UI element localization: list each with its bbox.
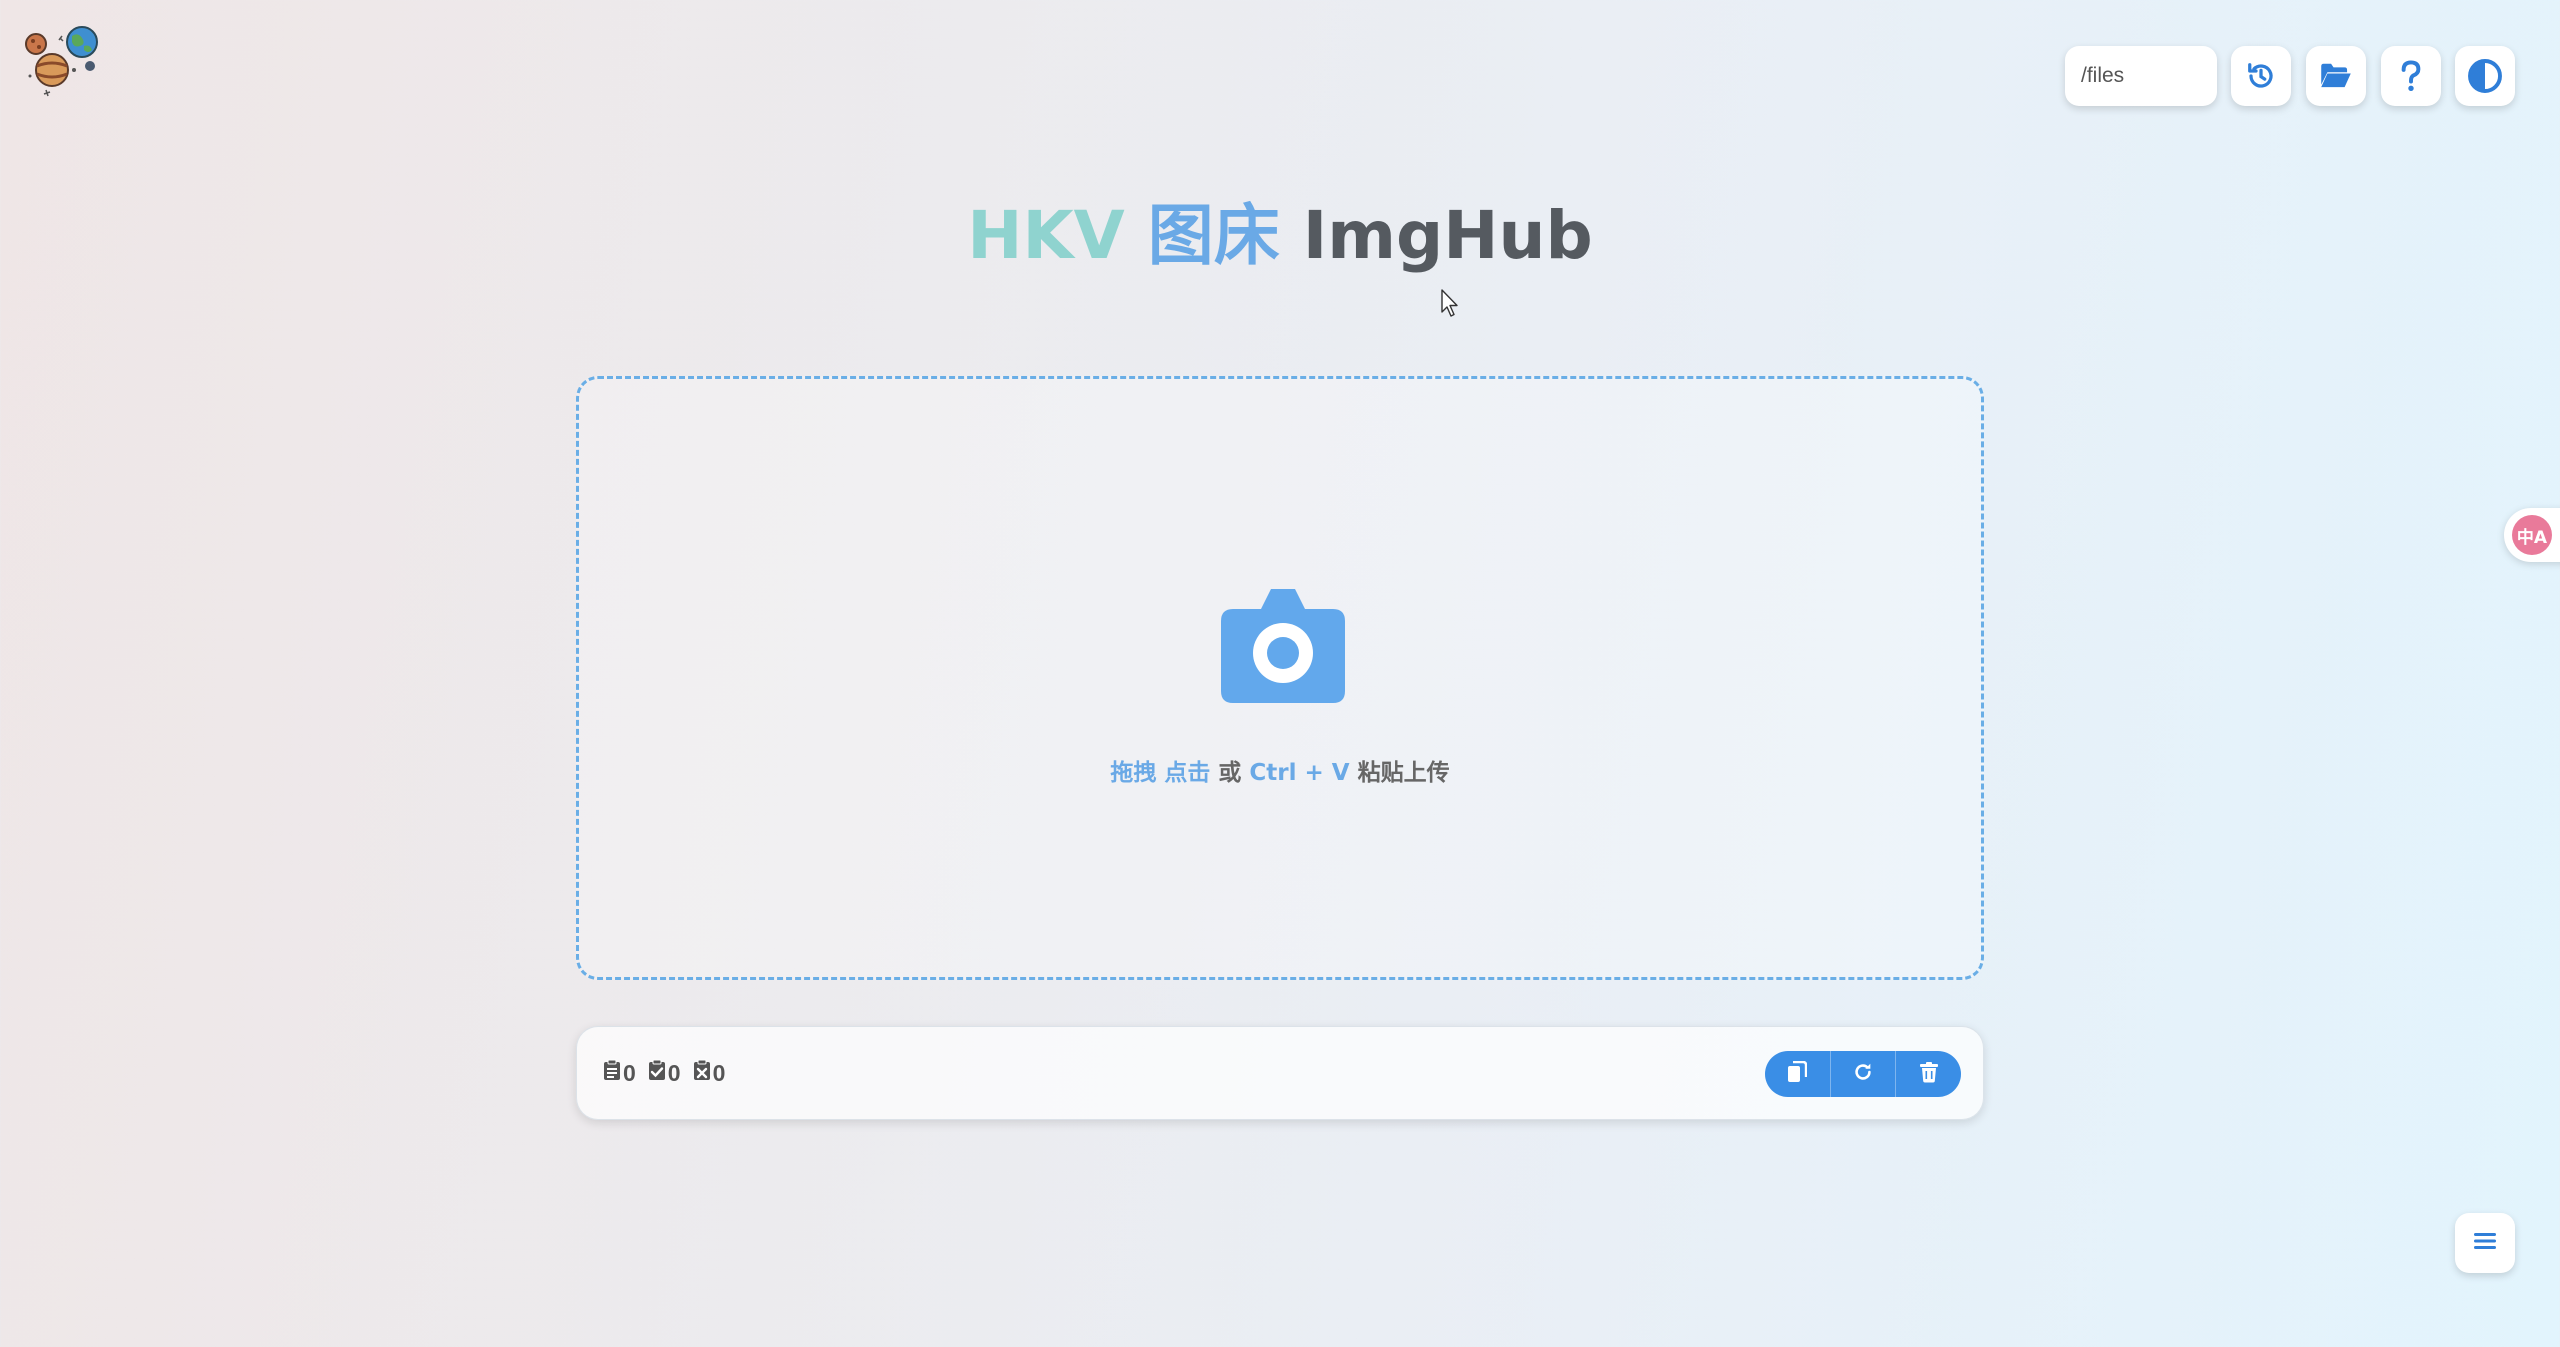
- logo-planets-icon: [20, 24, 104, 102]
- upload-hint: 拖拽 点击 或 Ctrl + V 粘贴上传: [579, 753, 1981, 787]
- upload-dropzone[interactable]: 拖拽 点击 或 Ctrl + V 粘贴上传: [576, 376, 1984, 980]
- action-button-group: [1765, 1051, 1961, 1097]
- retry-button[interactable]: [1831, 1051, 1897, 1097]
- title-tuchuang: 图床: [1147, 197, 1280, 274]
- half-circle-contrast-icon: [2467, 58, 2503, 94]
- path-input[interactable]: [2065, 46, 2217, 106]
- history-icon: [2246, 61, 2276, 91]
- clear-all-button[interactable]: [1896, 1051, 1961, 1097]
- trash-icon: [1919, 1061, 1939, 1088]
- camera-icon: [1221, 587, 1345, 708]
- theme-toggle-button[interactable]: [2455, 46, 2515, 106]
- help-button[interactable]: [2381, 46, 2441, 106]
- folder-button[interactable]: [2306, 46, 2366, 106]
- hint-drag: 拖拽: [1110, 760, 1157, 786]
- stat-failed-value: 0: [712, 1059, 726, 1086]
- stat-total: 0: [603, 1059, 636, 1087]
- upload-stats-bar: 0 0 0: [576, 1026, 1984, 1120]
- translate-icon: 中A: [2512, 515, 2552, 555]
- clipboard-x-icon: [693, 1059, 711, 1087]
- page-title: HKV 图床 ImgHub: [0, 196, 2560, 276]
- hint-or: 或: [1218, 760, 1242, 786]
- clipboard-list-icon: [603, 1059, 621, 1087]
- stat-success: 0: [648, 1059, 681, 1087]
- title-hkv: HKV: [967, 197, 1125, 274]
- menu-button[interactable]: [2455, 1213, 2515, 1273]
- stat-success-value: 0: [667, 1059, 681, 1086]
- title-imghub: ImgHub: [1302, 197, 1593, 274]
- copy-icon: [1787, 1060, 1808, 1088]
- stat-failed: 0: [693, 1059, 726, 1087]
- redo-icon: [1852, 1061, 1874, 1088]
- stats-group: 0 0 0: [603, 1059, 725, 1087]
- hint-paste: 粘贴上传: [1357, 760, 1450, 786]
- folder-open-icon: [2320, 62, 2352, 90]
- hint-shortcut: Ctrl + V: [1249, 760, 1350, 786]
- history-button[interactable]: [2231, 46, 2291, 106]
- hint-click: 点击: [1164, 760, 1211, 786]
- copy-all-button[interactable]: [1765, 1051, 1831, 1097]
- translate-button[interactable]: 中A: [2504, 508, 2560, 562]
- mouse-cursor-icon: [1441, 289, 1463, 322]
- question-icon: [2398, 60, 2424, 92]
- stat-total-value: 0: [623, 1059, 636, 1086]
- clipboard-check-icon: [648, 1059, 666, 1087]
- hamburger-menu-icon: [2473, 1231, 2497, 1256]
